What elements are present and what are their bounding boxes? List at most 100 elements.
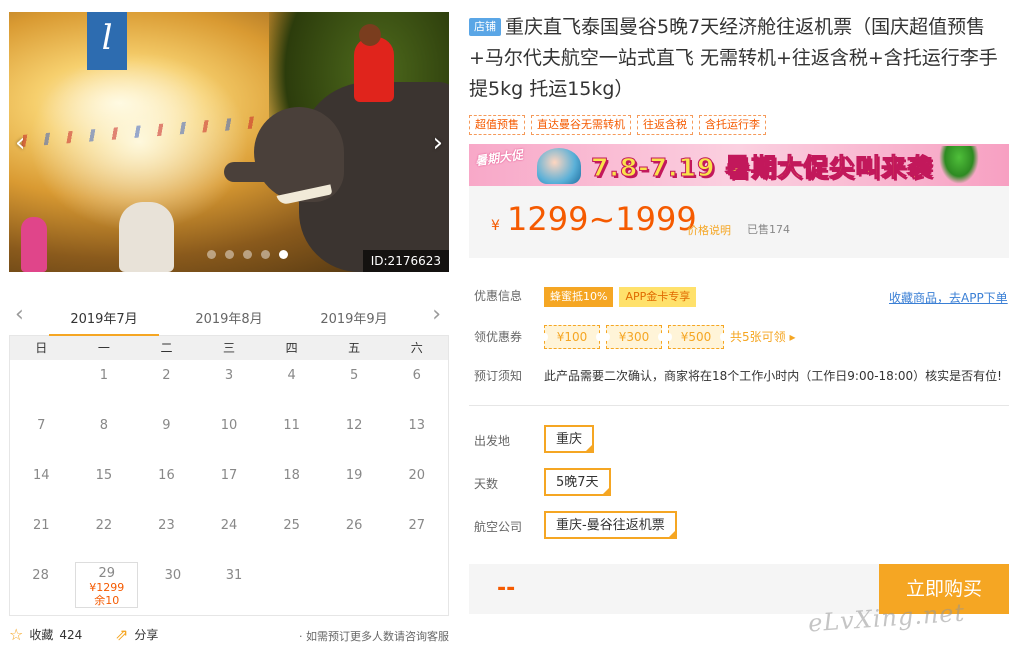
calendar-day: 20 [408, 468, 426, 483]
coupon-100[interactable]: ¥100 [542, 325, 602, 349]
share-button[interactable]: ⇗ 分享 [115, 626, 158, 643]
days-option-row: 天数 5晚7天 [474, 468, 874, 498]
calendar-day [326, 560, 387, 610]
coupon-more-link[interactable]: 共5张可领 ▸ [730, 330, 795, 344]
calendar-day: 18 [283, 468, 300, 483]
departure-option-button[interactable]: 重庆 [544, 425, 595, 453]
weekday-label: 一 [97, 341, 110, 355]
price-note-link[interactable]: 价格说明 [687, 222, 731, 238]
consult-note: · 如需预订更多人数请咨询客服 [299, 630, 449, 643]
carousel-dot[interactable] [261, 250, 270, 259]
month-tab[interactable]: 2019年9月 [299, 308, 409, 327]
calendar-day: 3 [224, 368, 234, 383]
calendar-day: 2 [162, 368, 171, 383]
calendar-weekday-header: 日 一 二 三 四 五 六 [10, 336, 448, 360]
calendar-day: 17 [220, 468, 238, 483]
product-title-text: 重庆直飞泰国曼谷5晚7天经济舱往返机票（国庆超值预售+马尔代夫航空一站式直飞 无… [469, 16, 998, 100]
coupon-label: 领优惠券 [474, 330, 523, 344]
calendar-week: 21 22 23 24 25 26 27 [10, 510, 448, 560]
weekday-label: 五 [348, 341, 361, 355]
airline-label: 航空公司 [474, 520, 523, 534]
calendar-day: 10 [220, 418, 238, 433]
summer-promo-banner[interactable]: 暑期大促 7.8-7.19 暑期大促尖叫来袭 [469, 144, 1009, 186]
sign-logo: l [87, 12, 127, 70]
carousel-dots [207, 250, 288, 259]
price-box: ¥ 1299~1999 价格说明 已售174 [469, 186, 1009, 258]
calendar-day: 15 [95, 468, 113, 483]
person-figure [119, 202, 174, 272]
calendar-day: 5 [350, 368, 359, 383]
product-tag: 直达曼谷无需转机 [531, 115, 631, 135]
promo-text: 7.8-7.19 暑期大促尖叫来袭 [590, 153, 934, 183]
elephant-trunk [224, 162, 264, 182]
month-prev-icon[interactable]: ‹ [15, 302, 24, 327]
child-figure [21, 217, 47, 272]
product-title: 店铺 重庆直飞泰国曼谷5晚7天经济舱往返机票（国庆超值预售+马尔代夫航空一站式直飞… [469, 12, 1009, 105]
calendar-day: 1 [99, 368, 108, 383]
calendar-week: 28 29 ¥1299 余10 30 31 [10, 560, 448, 610]
honey-discount-badge: 蜂蜜抵10% [544, 287, 614, 307]
favorite-button[interactable]: ☆ 收藏 424 [9, 626, 82, 643]
notice-row: 预订须知 此产品需要二次确认，商家将在18个工作小时内（工作日9:00-18:0… [474, 367, 1009, 385]
carousel-dot[interactable] [243, 250, 252, 259]
calendar-day: 16 [158, 468, 175, 483]
carousel-prev-icon[interactable]: ‹ [15, 130, 25, 156]
palm-tree-icon [939, 146, 979, 184]
airline-option-button[interactable]: 重庆-曼谷往返机票 [544, 511, 677, 539]
calendar-day: 21 [33, 518, 50, 533]
calendar-day: 30 [164, 568, 182, 583]
image-id-label: ID:2176623 [362, 250, 449, 272]
sold-count: 已售174 [747, 223, 790, 236]
month-tab[interactable]: 2019年8月 [174, 308, 284, 327]
coupon-300[interactable]: ¥300 [604, 325, 664, 349]
calendar-day: 27 [408, 518, 426, 533]
discount-row: 优惠信息 蜂蜜抵10% APP金卡专享 收藏商品，去APP下单 [474, 287, 1009, 309]
carousel-dot-active[interactable] [279, 250, 288, 259]
promo-label: 暑期大促 [474, 147, 524, 169]
weekday-label: 日 [35, 341, 48, 355]
coupon-500[interactable]: ¥500 [666, 325, 726, 349]
calendar-month-tabs: ‹ 2019年7月 2019年8月 2019年9月 › [9, 300, 449, 337]
rider-figure [354, 37, 394, 102]
calendar-day: 24 [220, 518, 238, 533]
calendar-day: 23 [158, 518, 175, 533]
calendar-day-available[interactable]: 29 ¥1299 余10 [75, 562, 139, 608]
calendar-day: 9 [162, 418, 171, 433]
calendar-day: 25 [283, 518, 300, 533]
calendar-day: 12 [345, 418, 363, 433]
carousel-dot[interactable] [225, 250, 234, 259]
month-tab[interactable]: 2019年7月 [49, 308, 159, 337]
product-tag: 往返含税 [637, 115, 693, 135]
available-day-number: 29 [98, 566, 115, 581]
notice-label: 预订须知 [474, 369, 523, 383]
discount-label: 优惠信息 [474, 289, 523, 303]
calendar-day: 6 [412, 368, 421, 383]
price-range: 1299~1999 [507, 200, 697, 238]
favorite-label: 收藏 [29, 628, 54, 642]
carousel-dot[interactable] [207, 250, 216, 259]
coupon-row: 领优惠券 ¥100 ¥300 ¥500 共5张可领 ▸ [474, 325, 1009, 351]
available-day-price: ¥1299 [89, 581, 125, 594]
calendar-day: 31 [225, 568, 243, 583]
days-option-button[interactable]: 5晚7天 [544, 468, 611, 496]
departure-option-row: 出发地 重庆 [474, 425, 874, 455]
month-next-icon[interactable]: › [432, 302, 441, 327]
app-order-link[interactable]: 收藏商品，去APP下单 [889, 289, 1008, 306]
calendar-day [387, 560, 448, 610]
calendar-day: 4 [287, 368, 296, 383]
notice-text: 此产品需要二次确认，商家将在18个工作小时内（工作日9:00-18:00）核实是… [544, 369, 1002, 383]
calendar-day [10, 360, 73, 410]
calendar-day: 28 [32, 568, 49, 583]
currency-symbol: ¥ [491, 218, 500, 234]
available-day-remaining: 余10 [94, 594, 120, 607]
product-tag: 含托运行李 [699, 115, 766, 135]
calendar-week: 7 8 9 10 11 12 13 [10, 410, 448, 460]
calendar-day: 14 [33, 468, 50, 483]
product-tags: 超值预售 直达曼谷无需转机 往返含税 含托运行李 [469, 115, 766, 135]
departure-label: 出发地 [474, 434, 511, 448]
share-icon: ⇗ [115, 624, 129, 644]
carousel-next-icon[interactable]: › [433, 130, 443, 156]
calendar-grid: 日 一 二 三 四 五 六 1 2 3 4 5 6 7 8 9 10 11 12… [9, 336, 449, 616]
shop-badge: 店铺 [469, 18, 501, 36]
calendar-week: 1 2 3 4 5 6 [10, 360, 448, 410]
